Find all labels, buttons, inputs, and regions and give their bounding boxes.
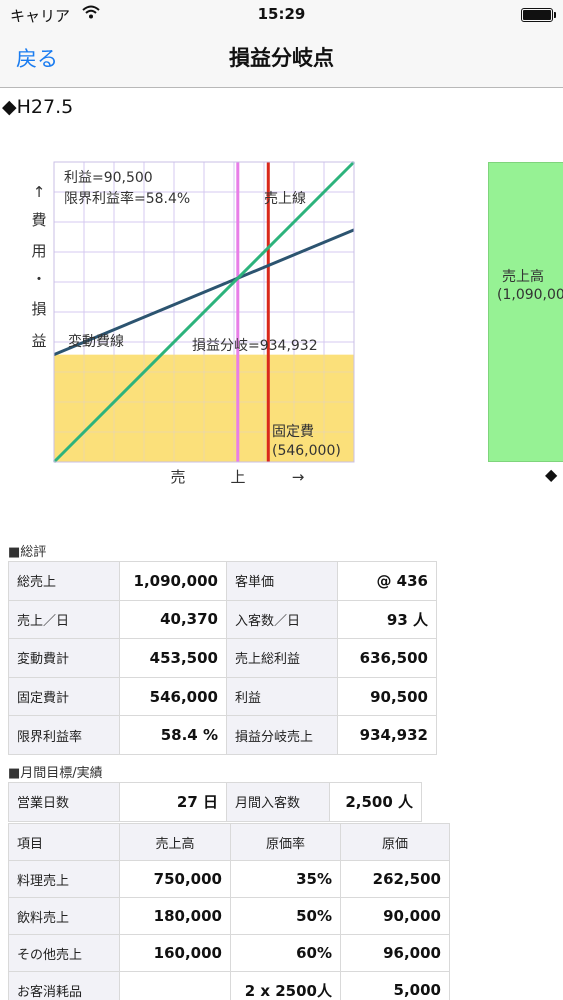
- y-axis-char: ↑: [33, 183, 46, 201]
- fixed-cost-value: (546,000): [272, 443, 341, 459]
- monthly-value-cell: [119, 971, 231, 1000]
- summary-value-cell: 93 人: [337, 599, 437, 640]
- monthly-item-cell: 料理売上: [8, 860, 120, 898]
- summary-row: 固定費計 546,000 利益 90,500: [8, 676, 437, 717]
- summary-label-cell: 入客数／日: [226, 599, 338, 640]
- summary-label-cell: 変動費計: [8, 638, 120, 678]
- sales-bar-value: (1,090,000): [497, 287, 563, 303]
- monthly-item-cell: 飲料売上: [8, 897, 120, 935]
- sales-line-label: 売上線: [264, 191, 306, 207]
- monthly-value-cell: 35%: [230, 860, 341, 898]
- status-time: 15:29: [257, 5, 306, 23]
- monthly-value-cell: 5,000: [340, 971, 450, 1000]
- y-axis-char: 用: [31, 242, 46, 260]
- summary-label-cell: 総売上: [8, 561, 120, 601]
- monthly-row: 料理売上 750,000 35% 262,500: [8, 860, 450, 898]
- summary-label-cell: 限界利益率: [8, 715, 120, 755]
- battery-icon: [521, 8, 556, 22]
- breakeven-chart: 利益=90,500 限界利益率=58.4% 売上線 変動費線 損益分岐=934,…: [31, 160, 356, 486]
- monthly-value-cell: 750,000: [119, 860, 231, 898]
- sales-bar-panel: 売上高 (1,090,000): [488, 162, 563, 462]
- summary-table: 総売上 1,090,000 客単価 @ 436 売上／日 40,370 入客数／日 93 人変…: [8, 561, 437, 755]
- fixed-cost-label: 固定費: [272, 424, 314, 440]
- business-days-label: 営業日数: [8, 782, 120, 822]
- monthly-value-cell: 90,000: [340, 897, 450, 935]
- margin-rate-annotation: 限界利益率=58.4%: [64, 190, 190, 207]
- diamond-marker: ◆: [545, 465, 558, 484]
- summary-row: 売上／日 40,370 入客数／日 93 人: [8, 599, 437, 640]
- monthly-value-cell: 262,500: [340, 860, 450, 898]
- sales-bar-label: 売上高: [502, 269, 544, 285]
- monthly-column-header: 原価: [340, 823, 450, 861]
- y-axis-char: 損: [31, 300, 46, 318]
- summary-label-cell: 売上／日: [8, 599, 120, 640]
- variable-cost-line-label: 変動費線: [68, 333, 124, 350]
- period-label: ◆H27.5: [2, 96, 74, 118]
- monthly-column-header: 項目: [8, 823, 120, 861]
- summary-row: 総売上 1,090,000 客単価 @ 436: [8, 561, 437, 601]
- summary-value-cell: 453,500: [119, 638, 227, 678]
- summary-value-cell: 1,090,000: [119, 561, 227, 601]
- monthly-customers-label: 月間入客数: [226, 782, 330, 822]
- monthly-value-cell: 96,000: [340, 934, 450, 972]
- monthly-value-cell: 2 x 2500人: [230, 971, 341, 1000]
- status-bar: キャリア 15:29: [0, 0, 563, 28]
- monthly-value-cell: 160,000: [119, 934, 231, 972]
- monthly-row: 飲料売上 180,000 50% 90,000: [8, 897, 450, 935]
- monthly-customers-value: 2,500 人: [329, 782, 422, 822]
- summary-label-cell: 利益: [226, 676, 338, 717]
- y-axis-char: 益: [31, 332, 46, 350]
- navigation-bar: 戻る 損益分岐点: [0, 28, 563, 88]
- x-axis-char: →: [292, 468, 305, 486]
- monthly-header-row: 項目 売上高 原価率 原価: [8, 823, 450, 861]
- monthly-table: 項目 売上高 原価率 原価 料理売上 750,000 35% 262,500 飲料売上 180,0…: [8, 823, 450, 1000]
- page-title: 損益分岐点: [229, 46, 334, 70]
- x-axis-char: 上: [230, 468, 245, 486]
- summary-section-title: ■総評: [8, 545, 47, 560]
- y-axis-char: 費: [31, 211, 46, 229]
- summary-value-cell: 546,000: [119, 676, 227, 717]
- summary-value-cell: 58.4 %: [119, 715, 227, 755]
- monthly-column-header: 原価率: [230, 823, 341, 861]
- x-axis-char: 売: [170, 468, 185, 486]
- monthly-value-cell: 60%: [230, 934, 341, 972]
- breakeven-annotation: 損益分岐=934,932: [192, 338, 318, 354]
- monthly-value-cell: 50%: [230, 897, 341, 935]
- business-days-value: 27 日: [119, 782, 227, 822]
- summary-label-cell: 売上総利益: [226, 638, 338, 678]
- summary-value-cell: 934,932: [337, 715, 437, 755]
- monthly-row: その他売上 160,000 60% 96,000: [8, 934, 450, 972]
- summary-value-cell: 90,500: [337, 676, 437, 717]
- summary-value-cell: @ 436: [337, 561, 437, 601]
- monthly-value-cell: 180,000: [119, 897, 231, 935]
- monthly-column-header: 売上高: [119, 823, 231, 861]
- profit-annotation: 利益=90,500: [64, 170, 153, 186]
- monthly-section-title: ■月間目標/実績: [8, 766, 103, 781]
- monthly-item-cell: お客消耗品: [8, 971, 120, 1000]
- summary-label-cell: 客単価: [226, 561, 338, 601]
- summary-value-cell: 40,370: [119, 599, 227, 640]
- monthly-header-table: 営業日数 27 日 月間入客数 2,500 人: [8, 782, 422, 822]
- summary-label-cell: 損益分岐売上: [226, 715, 338, 755]
- y-axis-char: ・: [31, 270, 46, 288]
- monthly-row: お客消耗品 2 x 2500人 5,000: [8, 971, 450, 1000]
- summary-row: 変動費計 453,500 売上総利益 636,500: [8, 638, 437, 678]
- summary-label-cell: 固定費計: [8, 676, 120, 717]
- monthly-item-cell: その他売上: [8, 934, 120, 972]
- summary-value-cell: 636,500: [337, 638, 437, 678]
- summary-row: 限界利益率 58.4 % 損益分岐売上 934,932: [8, 715, 437, 755]
